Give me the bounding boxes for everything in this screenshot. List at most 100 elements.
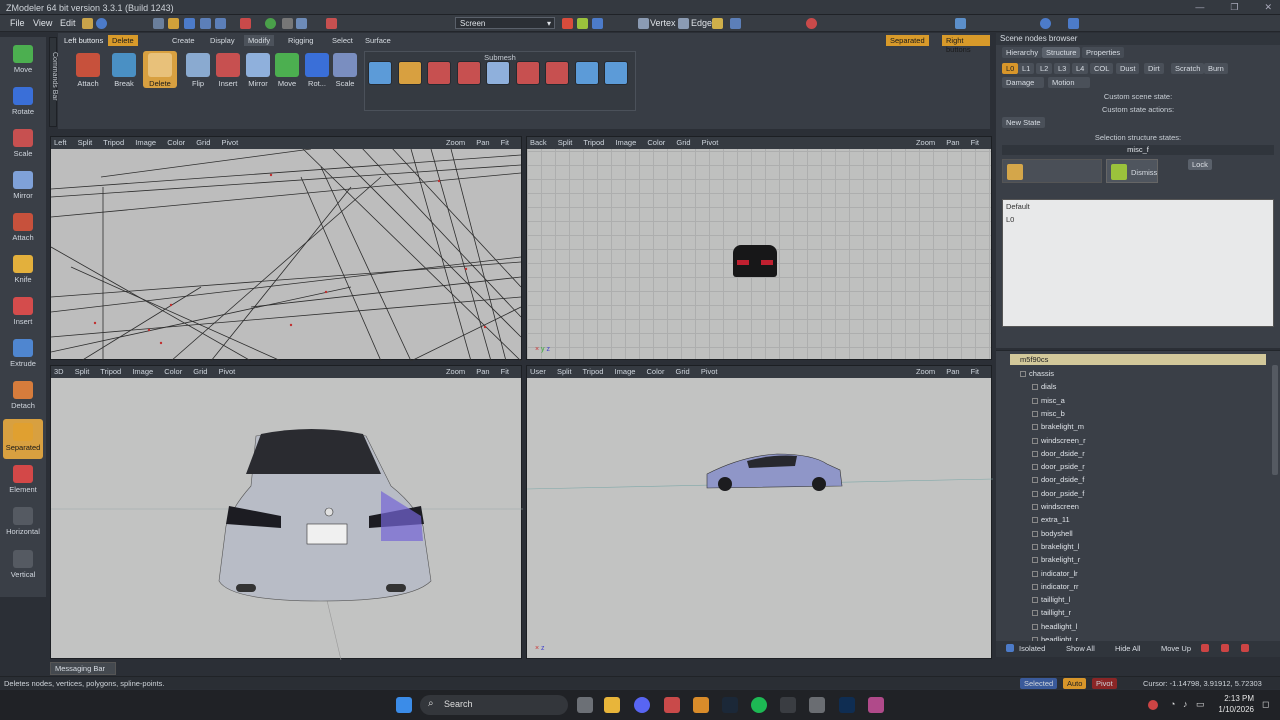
tray-icon[interactable]: [1148, 700, 1158, 710]
magnet-icon[interactable]: [806, 18, 817, 29]
viewport-left-pivot[interactable]: Pivot: [221, 138, 238, 147]
tree-node[interactable]: misc_b: [1032, 409, 1065, 418]
tree-node[interactable]: door_pside_r: [1032, 462, 1085, 471]
tool-extrude-button[interactable]: Extrude: [3, 335, 43, 375]
tree-node[interactable]: door_dside_f: [1032, 475, 1084, 484]
viewport-left-zoom[interactable]: Zoom: [446, 138, 465, 147]
tree-node[interactable]: taillight_l: [1032, 595, 1070, 604]
expand-toggle-icon[interactable]: [1032, 397, 1038, 404]
tree-node[interactable]: misc_a: [1032, 396, 1065, 405]
ribbon-tab-modify[interactable]: Modify: [244, 35, 275, 46]
taskbar-search[interactable]: ⌕ Search: [420, 695, 568, 715]
tree-node[interactable]: bodyshell: [1032, 529, 1073, 538]
lod-chip-l2[interactable]: L2: [1036, 63, 1053, 74]
motion-dropdown[interactable]: Motion: [1048, 77, 1090, 88]
expand-toggle-icon[interactable]: [1032, 543, 1038, 550]
viewport-user-pivot[interactable]: Pivot: [701, 367, 718, 376]
viewport-user-pan[interactable]: Pan: [946, 367, 959, 376]
viewport-3d-grid[interactable]: Grid: [193, 367, 207, 376]
maximize-icon[interactable]: ❐: [1230, 2, 1238, 13]
move-up-button[interactable]: Move Up: [1161, 644, 1191, 653]
expand-toggle-icon[interactable]: [1032, 583, 1038, 590]
viewport-3d-pivot[interactable]: Pivot: [219, 367, 236, 376]
edge-mode-label[interactable]: Edge: [691, 18, 712, 28]
selected-chip[interactable]: Selected: [1020, 678, 1058, 689]
viewport-user-grid[interactable]: Grid: [676, 367, 690, 376]
submesh-tool-1-icon[interactable]: [368, 61, 392, 85]
ribbon-tab-create[interactable]: Create: [168, 35, 199, 46]
viewport-left-tripod[interactable]: Tripod: [103, 138, 124, 147]
submesh-tool-2-icon[interactable]: [397, 61, 422, 85]
expand-toggle-icon[interactable]: [1032, 464, 1038, 471]
lod-chip-l3[interactable]: L3: [1054, 63, 1071, 74]
state-list[interactable]: Default L0: [1002, 199, 1274, 327]
tool-detach-button[interactable]: Detach: [3, 377, 43, 417]
tree-node[interactable]: brakelight_r: [1032, 555, 1080, 564]
viewport-back-tripod[interactable]: Tripod: [583, 138, 604, 147]
lod-chip-scratch[interactable]: Scratch: [1171, 63, 1205, 74]
expand-toggle-icon[interactable]: [1032, 477, 1038, 484]
open-folder-icon[interactable]: [168, 18, 179, 29]
minimize-icon[interactable]: —: [1195, 2, 1204, 13]
tool-element-button[interactable]: Element: [3, 461, 43, 501]
hide-all-button[interactable]: Hide All: [1115, 644, 1140, 653]
submesh-tool-8-icon[interactable]: [574, 61, 599, 85]
state-default[interactable]: Default: [1006, 202, 1270, 211]
tool-separated-button[interactable]: Separated: [3, 419, 43, 459]
tool-horizontal-button[interactable]: Horizontal: [3, 503, 43, 543]
viewport-user-color[interactable]: Color: [647, 367, 665, 376]
notification-icon[interactable]: ◻: [1262, 699, 1269, 710]
tree-node[interactable]: indicator_lr: [1032, 569, 1078, 578]
lod-chip-dust[interactable]: Dust: [1116, 63, 1140, 74]
lod-chip-l0[interactable]: L0: [1002, 63, 1019, 74]
render-icon[interactable]: [240, 18, 251, 29]
viewport-left-fit[interactable]: Fit: [501, 138, 509, 147]
layout-icon[interactable]: [955, 18, 966, 29]
viewport-back[interactable]: × y z Back Split Tripod Image Color Grid…: [526, 136, 992, 360]
lod-chip-col[interactable]: COL: [1090, 63, 1114, 74]
vertex-mode-icon[interactable]: [638, 18, 649, 29]
remove-node-icon[interactable]: [1221, 644, 1229, 652]
ribbon-tool-break-button[interactable]: Break: [107, 51, 141, 88]
damage-dropdown[interactable]: Damage: [1002, 77, 1044, 88]
viewport-back-name[interactable]: Back: [530, 138, 547, 147]
expand-toggle-icon[interactable]: [1032, 424, 1038, 431]
submesh-tool-7-icon[interactable]: [545, 61, 569, 85]
right-buttons-tab[interactable]: Right buttons: [942, 35, 990, 54]
tree-node[interactable]: taillight_r: [1032, 608, 1071, 617]
expand-toggle-icon[interactable]: [1032, 530, 1038, 537]
zmodeler-taskbar-icon[interactable]: [868, 697, 884, 713]
viewport-left-pan[interactable]: Pan: [476, 138, 489, 147]
save-icon[interactable]: [184, 18, 195, 29]
ribbon-tab-select[interactable]: Select: [328, 35, 357, 46]
new-state-button[interactable]: New State: [1002, 117, 1045, 128]
undo-icon[interactable]: [296, 18, 307, 29]
viewport-back-grid[interactable]: Grid: [676, 138, 690, 147]
viewport-3d-image[interactable]: Image: [132, 367, 153, 376]
viewport-back-zoom[interactable]: Zoom: [916, 138, 935, 147]
isolated-button[interactable]: Isolated: [1019, 644, 1045, 653]
tool-vertical-button[interactable]: Vertical: [3, 546, 43, 586]
viewport-user-split[interactable]: Split: [557, 367, 572, 376]
expand-toggle-icon[interactable]: [1032, 450, 1038, 457]
menu-view[interactable]: View: [33, 18, 52, 28]
viewport-back-fit[interactable]: Fit: [971, 138, 979, 147]
ribbon-tab-surface[interactable]: Surface: [361, 35, 395, 46]
viewport-user-name[interactable]: User: [530, 367, 546, 376]
messaging-bar-tab[interactable]: Messaging Bar: [50, 662, 116, 675]
submesh-tool-5-icon[interactable]: [486, 61, 510, 85]
tree-node[interactable]: windscreen_r: [1032, 436, 1086, 445]
network-icon[interactable]: ◔: [1170, 699, 1175, 709]
viewport-left-image[interactable]: Image: [135, 138, 156, 147]
ribbon-tool-insert-button[interactable]: Insert: [211, 51, 245, 88]
viewport-3d-zoom[interactable]: Zoom: [446, 367, 465, 376]
vertex-mode-label[interactable]: Vertex: [650, 18, 676, 28]
tree-node[interactable]: brakelight_l: [1032, 542, 1079, 551]
axis-y-icon[interactable]: [577, 18, 588, 29]
ribbon-tab-rigging[interactable]: Rigging: [284, 35, 317, 46]
lod-chip-l1[interactable]: L1: [1018, 63, 1035, 74]
auto-chip[interactable]: Auto: [1063, 678, 1087, 689]
viewport-left-grid[interactable]: Grid: [196, 138, 210, 147]
viewport-user-zoom[interactable]: Zoom: [916, 367, 935, 376]
tool-rotate-button[interactable]: Rotate: [3, 83, 43, 123]
